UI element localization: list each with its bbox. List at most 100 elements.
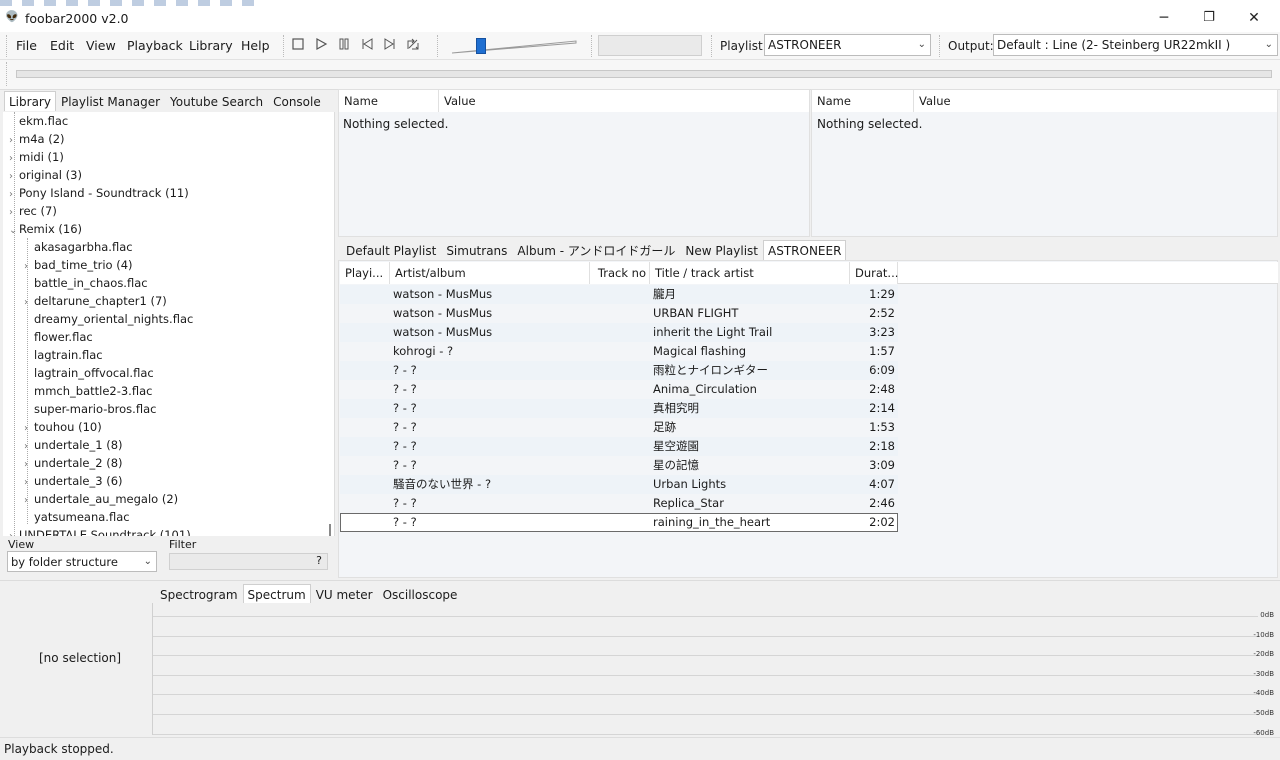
spectrum-visualization[interactable]: 0dB -10dB -20dB -30dB -40dB -50dB -60dB [152, 603, 1278, 737]
tree-item-label: m4a (2) [19, 132, 65, 146]
tree-item[interactable]: › undertale_2 (8) [24, 454, 123, 472]
library-tree[interactable]: ekm.flac › m4a (2) › midi (1) › original (3) › P… [3, 112, 335, 536]
tree-item[interactable]: › undertale_au_megalo (2) [24, 490, 178, 508]
duration-cell: 3:09 [869, 458, 895, 472]
tree-item[interactable]: flower.flac [24, 328, 93, 346]
menu-help[interactable]: Help [241, 38, 270, 53]
tab-default-playlist[interactable]: Default Playlist [341, 240, 441, 260]
tree-item[interactable]: › rec (7) [9, 202, 57, 220]
column-duration[interactable]: Durat... [850, 262, 898, 284]
close-button[interactable]: ✕ [1234, 8, 1274, 28]
tree-item[interactable]: battle_in_chaos.flac [24, 274, 148, 292]
table-row[interactable]: ? - ? 星空遊園 2:18 [340, 437, 898, 456]
artist-cell: ? - ? [393, 420, 417, 434]
value-column-header[interactable]: Value [914, 90, 1277, 112]
menu-library[interactable]: Library [189, 38, 233, 53]
tab-vu-meter[interactable]: VU meter [311, 584, 378, 604]
tree-item-label: dreamy_oriental_nights.flac [34, 312, 194, 326]
table-row[interactable]: watson - MusMus 朧月 1:29 [340, 285, 898, 304]
volume-thumb[interactable] [476, 38, 486, 54]
table-row[interactable]: ? - ? 真相究明 2:14 [340, 399, 898, 418]
tab-console[interactable]: Console [268, 91, 326, 111]
tree-item[interactable]: lagtrain_offvocal.flac [24, 364, 154, 382]
menu-edit[interactable]: Edit [50, 38, 74, 53]
playlist-tabbar: Default Playlist Simutrans Album - アンドロイ… [341, 240, 847, 260]
tree-item[interactable]: › touhou (10) [24, 418, 102, 436]
tree-item-label: ekm.flac [19, 114, 69, 128]
tree-item[interactable]: ›UNDERTALE Soundtrack (101) [9, 526, 191, 536]
tab-library[interactable]: Library [4, 91, 56, 111]
view-dropdown[interactable]: by folder structure ⌄ [7, 551, 157, 572]
artist-cell: kohrogi - ? [393, 344, 454, 358]
tree-item[interactable]: dreamy_oriental_nights.flac [24, 310, 193, 328]
tab-album-androidgirl[interactable]: Album - アンドロイドガール [512, 240, 680, 260]
tab-spectrogram[interactable]: Spectrogram [155, 584, 243, 604]
name-column-header[interactable]: Name [812, 90, 914, 112]
filter-help-icon[interactable]: ? [316, 554, 322, 567]
tab-spectrum[interactable]: Spectrum [242, 584, 311, 604]
tree-item[interactable]: › Pony Island - Soundtrack (11) [9, 184, 189, 202]
random-icon[interactable] [404, 37, 422, 55]
playlist-label: Playlist: [720, 39, 767, 53]
column-artist-album[interactable]: Artist/album [390, 262, 590, 284]
playlist-dropdown[interactable]: ASTRONEER ⌄ [764, 34, 931, 56]
table-row[interactable]: ? - ? Replica_Star 2:46 [340, 494, 898, 513]
name-column-header[interactable]: Name [339, 90, 439, 112]
menu-file[interactable]: File [16, 38, 37, 53]
chevron-down-icon[interactable]: ⌄ [9, 222, 19, 240]
tab-oscilloscope[interactable]: Oscilloscope [378, 584, 463, 604]
tree-item[interactable]: super-mario-bros.flac [24, 400, 156, 418]
column-track-no[interactable]: Track no [590, 262, 650, 284]
table-row[interactable]: kohrogi - ? Magical flashing 1:57 [340, 342, 898, 361]
menu-playback[interactable]: Playback [127, 38, 183, 53]
tree-item[interactable]: › bad_time_trio (4) [24, 256, 133, 274]
tree-item[interactable]: › m4a (2) [9, 130, 65, 148]
filter-input[interactable]: ? [169, 553, 328, 570]
table-row[interactable]: watson - MusMus inherit the Light Trail 3:… [340, 323, 898, 342]
tab-astroneer[interactable]: ASTRONEER [763, 240, 847, 260]
output-dropdown[interactable]: Default : Line (2- Steinberg UR22mkII ) … [993, 34, 1278, 56]
tree-item[interactable]: mmch_battle2-3.flac [24, 382, 152, 400]
tree-item-label: rec (7) [19, 204, 57, 218]
tree-item[interactable]: yatsumeana.flac [24, 508, 130, 526]
tree-item[interactable]: › undertale_1 (8) [24, 436, 123, 454]
next-icon[interactable] [381, 37, 399, 55]
table-row[interactable]: ? - ? 足跡 1:53 [340, 418, 898, 437]
db-gridline [153, 655, 1258, 657]
play-icon[interactable] [312, 37, 330, 55]
table-row[interactable]: ? - ? 星の記憶 3:09 [340, 456, 898, 475]
table-row[interactable]: ? - ? Anima_Circulation 2:48 [340, 380, 898, 399]
tree-item-label: battle_in_chaos.flac [34, 276, 148, 290]
tree-item[interactable]: ekm.flac [9, 112, 68, 130]
restore-button[interactable]: ❐ [1189, 8, 1229, 28]
stop-icon[interactable] [289, 37, 307, 55]
chevron-right-icon[interactable]: › [9, 528, 19, 536]
tree-item[interactable]: akasagarbha.flac [24, 238, 133, 256]
tree-item[interactable]: › original (3) [9, 166, 82, 184]
vis-tabbar: Spectrogram Spectrum VU meter Oscillosco… [155, 584, 462, 604]
table-row[interactable]: 騒音のない世界 - ? Urban Lights 4:07 [340, 475, 898, 494]
table-row[interactable]: ? - ? 雨粒とナイロンギター 6:09 [340, 361, 898, 380]
tree-item[interactable]: lagtrain.flac [24, 346, 103, 364]
tree-item-label: Remix (16) [19, 222, 83, 236]
tree-item[interactable]: ⌄ Remix (16) [9, 220, 82, 238]
tab-playlist-manager[interactable]: Playlist Manager [56, 91, 165, 111]
value-column-header[interactable]: Value [439, 90, 809, 112]
tree-item[interactable]: › deltarune_chapter1 (7) [24, 292, 167, 310]
table-row[interactable]: ? - ? raining_in_the_heart 2:02 [340, 513, 898, 532]
pause-icon[interactable] [335, 37, 353, 55]
column-playing[interactable]: Playi... [340, 262, 390, 284]
tree-scrollbar[interactable] [329, 524, 331, 536]
volume-slider[interactable] [450, 36, 580, 56]
column-title[interactable]: Title / track artist [650, 262, 850, 284]
tab-youtube-search[interactable]: Youtube Search [165, 91, 268, 111]
minimize-button[interactable]: ─ [1144, 8, 1184, 28]
tree-item[interactable]: › midi (1) [9, 148, 64, 166]
table-row[interactable]: watson - MusMus URBAN FLIGHT 2:52 [340, 304, 898, 323]
tab-simutrans[interactable]: Simutrans [441, 240, 512, 260]
previous-icon[interactable] [358, 37, 376, 55]
tree-item[interactable]: › undertale_3 (6) [24, 472, 123, 490]
menu-view[interactable]: View [86, 38, 116, 53]
tab-new-playlist[interactable]: New Playlist [680, 240, 763, 260]
seekbar[interactable] [16, 70, 1272, 78]
